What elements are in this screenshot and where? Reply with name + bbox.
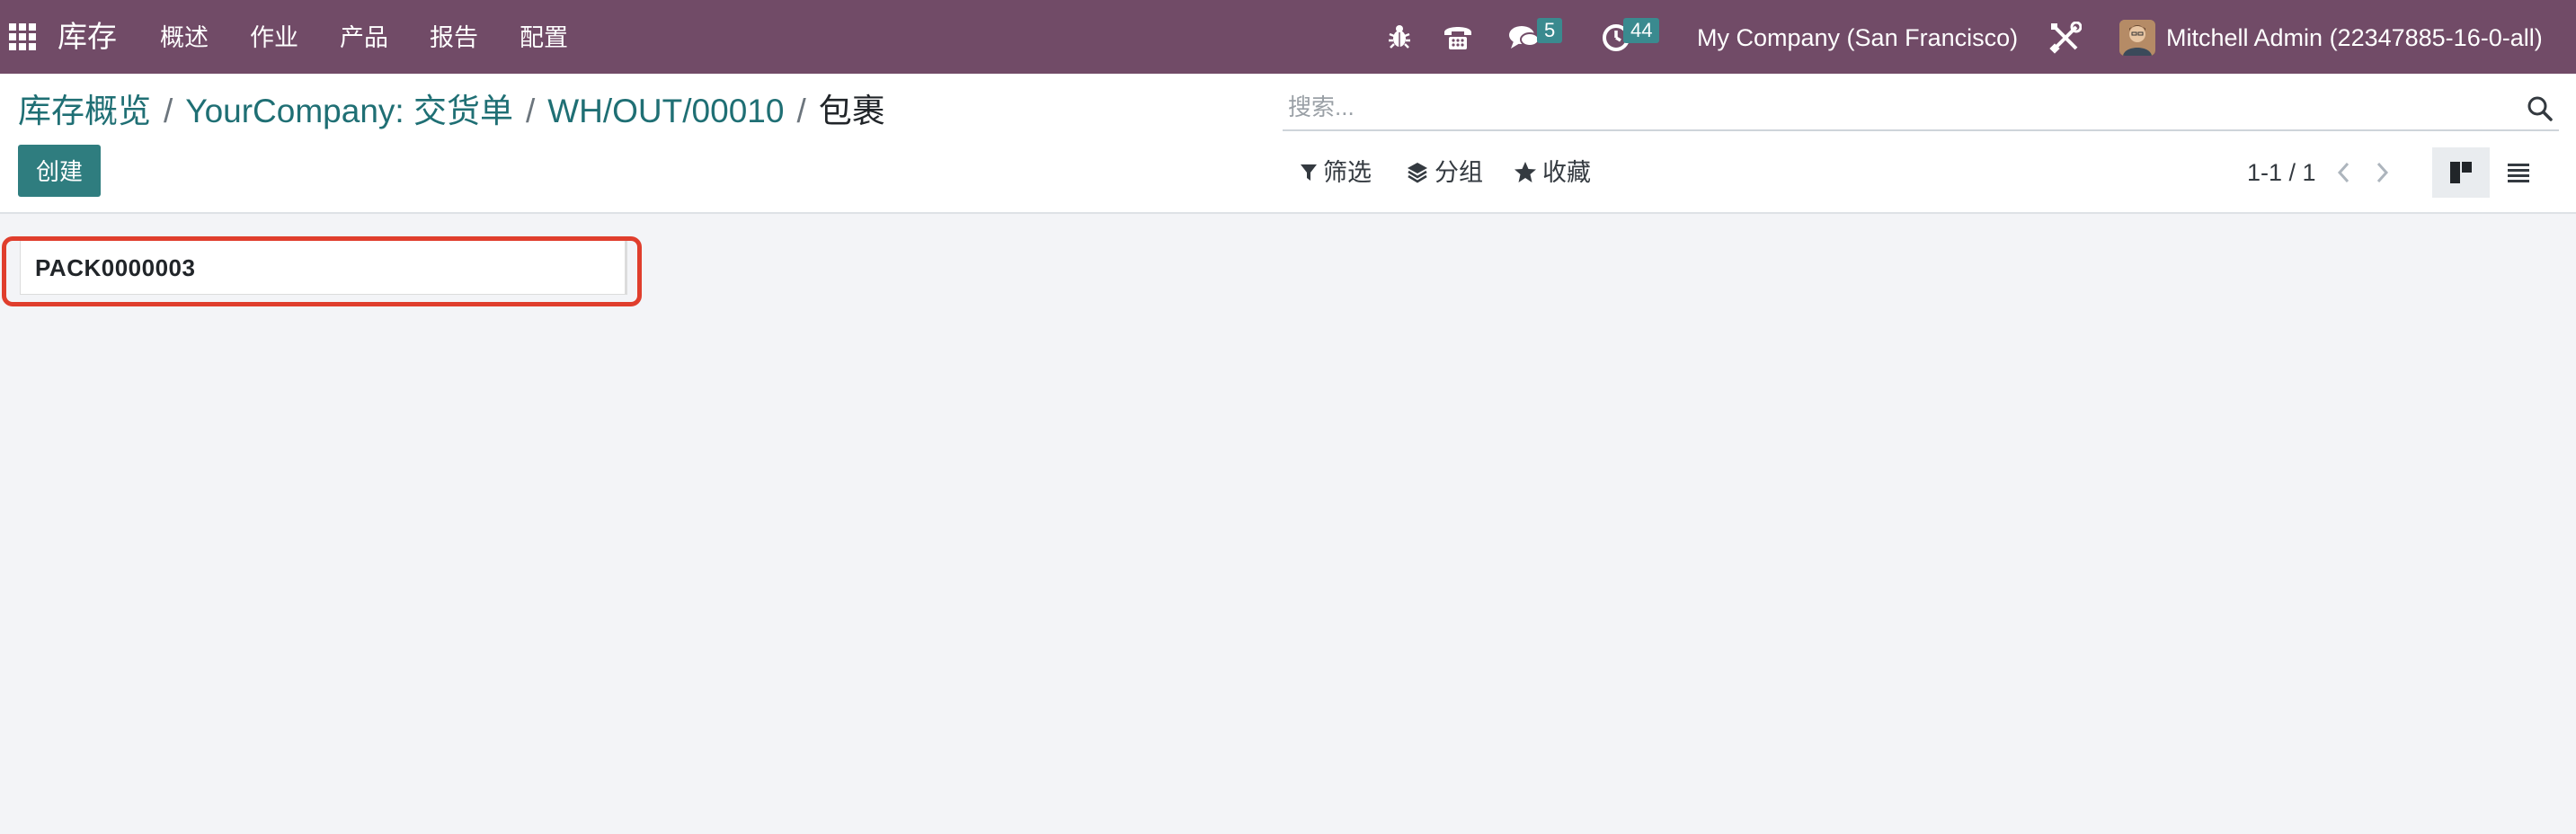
chevron-right-icon[interactable] [2371,158,2393,187]
package-name: PACK0000003 [35,254,196,281]
top-navbar: 库存 概述 作业 产品 报告 配置 5 44 My Company (San F… [0,0,2576,74]
tools-icon[interactable] [2049,21,2083,54]
pager-value[interactable]: 1-1 / 1 [2247,156,2316,189]
layers-icon [1408,163,1427,183]
list-view-button[interactable] [2490,147,2547,198]
user-menu[interactable]: Mitchell Admin (22347885-16-0-all) [2166,22,2543,54]
breadcrumb-item-delivery-orders[interactable]: YourCompany: 交货单 [185,90,513,133]
filter-label: 筛选 [1323,159,1372,186]
breadcrumb-separator: / [525,93,536,129]
menu-item-configuration[interactable]: 配置 [520,22,568,54]
filter-button[interactable]: 筛选 [1300,156,1372,189]
breadcrumb-separator: / [796,93,806,129]
kanban-icon [2450,162,2472,183]
groupby-label: 分组 [1435,159,1483,186]
phone-icon[interactable] [1442,22,1474,52]
search-icon[interactable] [2527,95,2554,122]
list-icon [2508,164,2529,182]
apps-grid-icon[interactable] [9,23,36,50]
menu-item-overview[interactable]: 概述 [160,22,209,54]
kanban-record-card[interactable]: PACK0000003 [20,239,627,295]
kanban-view-button[interactable] [2432,147,2490,198]
menu-item-reporting[interactable]: 报告 [430,22,478,54]
menu-item-operations[interactable]: 作业 [250,22,298,54]
chevron-left-icon[interactable] [2333,158,2355,187]
bug-icon[interactable] [1388,23,1411,54]
activities-count-badge: 44 [1623,18,1660,43]
favorites-label: 收藏 [1542,159,1591,186]
app-brand[interactable]: 库存 [58,18,117,56]
search-bar [1283,86,2559,131]
star-icon [1515,162,1536,182]
messages-count-badge: 5 [1537,18,1563,43]
breadcrumb-item-transfer[interactable]: WH/OUT/00010 [547,90,784,133]
breadcrumb-item-packages: 包裹 [818,93,885,129]
kanban-view: PACK0000003 [0,214,2576,834]
breadcrumb: 库存概览 / YourCompany: 交货单 / WH/OUT/00010 /… [18,90,885,133]
filter-icon [1301,164,1317,181]
search-input[interactable] [1286,86,2491,128]
favorites-button[interactable]: 收藏 [1514,156,1591,189]
menu-item-products[interactable]: 产品 [340,22,388,54]
control-panel: 库存概览 / YourCompany: 交货单 / WH/OUT/00010 /… [0,74,2576,214]
main-menu: 概述 作业 产品 报告 配置 [160,22,609,54]
user-avatar[interactable] [2119,20,2155,56]
company-switcher[interactable]: My Company (San Francisco) [1697,22,2018,54]
breadcrumb-item-inventory-overview[interactable]: 库存概览 [18,90,151,133]
create-button[interactable]: 创建 [18,145,101,197]
breadcrumb-separator: / [164,93,173,129]
groupby-button[interactable]: 分组 [1406,156,1483,189]
chat-icon[interactable] [1508,23,1541,54]
